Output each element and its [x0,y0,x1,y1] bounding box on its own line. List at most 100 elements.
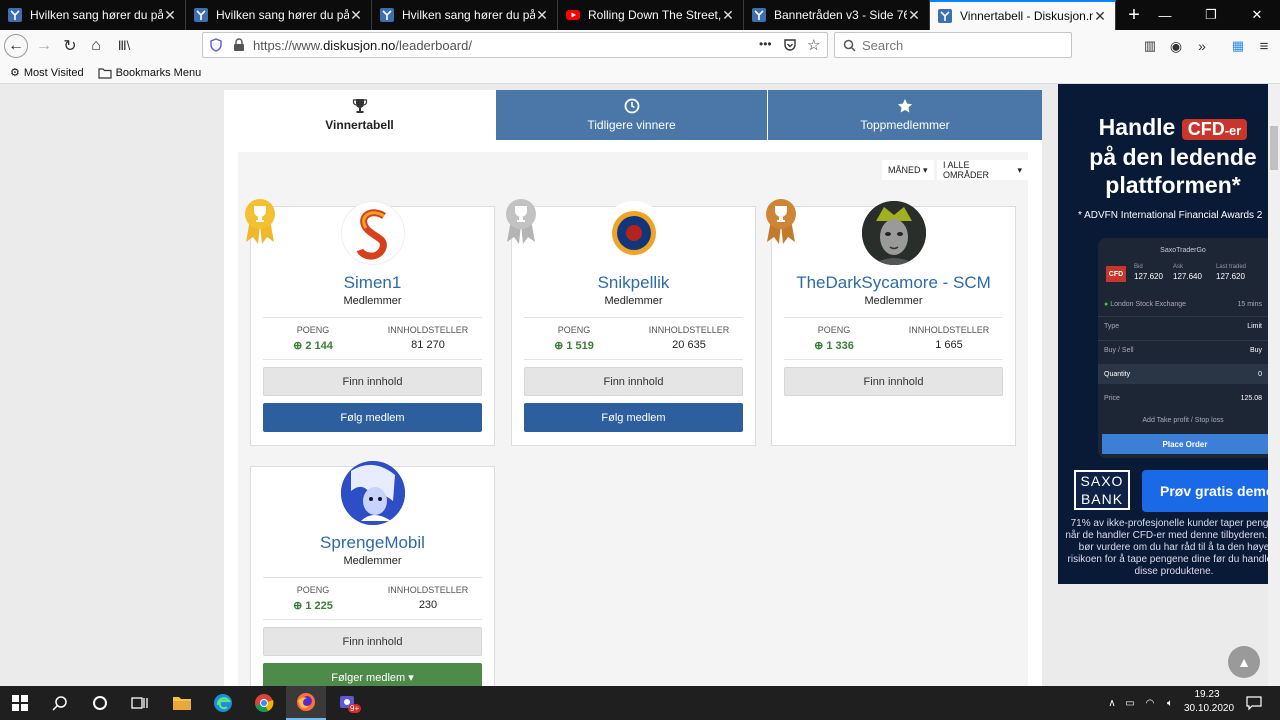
action-center-icon[interactable] [1242,686,1266,720]
battery-icon[interactable]: ▭ [1120,686,1140,720]
extensions-icon[interactable]: ▦ [1226,34,1250,58]
wifi-icon[interactable]: ◠ [1140,686,1160,720]
browser-tab-active[interactable]: Vinnertabell - Diskusjon.no ✕ [930,0,1116,30]
ad-headline-2: på den ledende [1089,144,1257,170]
page-actions-icon[interactable]: ••• [759,37,772,51]
minimize-icon[interactable]: — [1142,0,1188,30]
close-tab-icon[interactable]: ✕ [163,7,177,24]
trophy-icon [352,99,367,113]
tab-vinnertabell[interactable]: Vinnertabell [224,90,495,140]
close-tab-icon[interactable]: ✕ [907,7,921,24]
task-view-icon[interactable] [120,686,160,720]
url-text[interactable]: https://www.diskusjon.no/leaderboard/ [253,38,472,53]
cfd-tag-text: CFD [1187,119,1225,139]
close-tab-icon[interactable]: ✕ [1093,8,1107,25]
find-content-button[interactable]: Finn innhold [784,367,1003,396]
forward-arrow-icon[interactable]: → [32,34,56,58]
chrome-icon[interactable] [244,686,284,720]
tab-tidligere-vinnere[interactable]: Tidligere vinnere [496,90,767,140]
browser-tab-title: Hvilken sang hører du på nå? - Sid [402,8,535,22]
content-count-value: 81 270 [411,339,445,351]
member-card: TheDarkSycamore - SCM Medlemmer POENG IN… [771,201,1016,446]
scroll-to-top-button[interactable]: ▲ [1228,646,1260,678]
search-bar[interactable] [834,32,1072,58]
bookmark-star-icon[interactable]: ☆ [807,36,820,54]
bookmark-label: Most Visited [23,66,84,79]
close-tab-icon[interactable]: ✕ [535,7,549,24]
browser-tab[interactable]: Hvilken sang hører du på nå? - Sid ✕ [372,0,558,30]
home-icon[interactable]: ⌂ [84,34,108,58]
url-bar[interactable]: https://www.diskusjon.no/leaderboard/ ••… [202,32,828,58]
follow-member-button[interactable]: Følg medlem [263,403,482,432]
tab-toppmedlemmer[interactable]: Toppmedlemmer [768,90,1042,140]
close-tab-icon[interactable]: ✕ [349,7,363,24]
cfd-badge: CFD [1106,266,1126,282]
volume-icon[interactable]: 🔈︎ [1160,686,1180,720]
member-role: Medlemmer [343,555,402,567]
find-content-button[interactable]: Finn innhold [524,367,743,396]
cortana-icon[interactable] [80,686,120,720]
chevron-up-icon[interactable]: ∧ [1102,686,1122,720]
area-filter-dropdown[interactable]: I ALLE OMRÅDER ▾ [937,160,1028,180]
avatar[interactable] [862,201,926,265]
ad-demo-button[interactable]: Prøv gratis demo [1142,470,1268,512]
saxo-bank-logo: SAXO BANK [1074,470,1130,510]
restore-icon[interactable]: ❐ [1188,0,1234,30]
follow-label: Følger medlem [331,671,406,684]
app-notification-icon[interactable]: 9+ [328,686,368,720]
lock-icon[interactable] [233,38,245,52]
following-member-button[interactable]: Følger medlem ▾ [263,663,482,686]
chevron-up-icon: ▲ [1237,654,1251,670]
window-close-icon[interactable]: ✕ [1234,0,1280,30]
order-row: Quantity 0 [1098,364,1268,384]
system-clock[interactable]: 19.23 30.10.2020 [1184,688,1234,716]
member-name[interactable]: SprengeMobil [251,533,494,553]
advertisement[interactable]: Handle CFD-er på den ledende plattformen… [1058,84,1268,584]
scrollbar-thumb[interactable] [1270,126,1278,170]
browser-tab[interactable]: Bannetråden v3 - Side 7618 - Disk ✕ [744,0,930,30]
order-row: Buy / Sell Buy [1098,340,1268,360]
browser-tab[interactable]: Hvilken sang hører du på nå? - Sid ✕ [186,0,372,30]
avatar[interactable] [341,461,405,525]
member-name[interactable]: TheDarkSycamore - SCM [772,273,1015,293]
find-content-button[interactable]: Finn innhold [263,627,482,656]
find-content-button[interactable]: Finn innhold [263,367,482,396]
edge-icon[interactable] [203,686,243,720]
file-explorer-icon[interactable] [162,686,202,720]
filter-label: I ALLE OMRÅDER [943,160,990,180]
avatar[interactable] [602,201,666,265]
taskbar-search-icon[interactable] [40,686,80,720]
windows-start-icon[interactable] [0,686,40,720]
member-name[interactable]: Snikpellik [512,273,755,293]
account-icon[interactable]: ◉ [1164,34,1188,58]
firefox-icon[interactable] [286,686,326,720]
pocket-icon[interactable] [783,38,797,52]
windows-taskbar: 9+ ∧ ▭ ◠ 🔈︎ 19.23 30.10.2020 [0,686,1280,720]
ad-line: Handle [1098,114,1176,140]
member-card: Simen1 Medlemmer POENG INNHOLDSTELLER ⊕ … [250,201,495,446]
hamburger-menu-icon[interactable]: ≡ [1252,34,1276,58]
search-input[interactable] [862,37,1062,53]
follow-member-button[interactable]: Følg medlem [524,403,743,432]
library-icon[interactable]: Ⅲ\ [112,34,136,58]
shield-icon[interactable] [209,38,223,52]
bookmark-menu[interactable]: Bookmarks Menu [97,67,201,79]
browser-tab[interactable]: Hvilken sang hører du på nå? - Sid ✕ [0,0,186,30]
close-tab-icon[interactable]: ✕ [721,7,735,24]
period-filter-dropdown[interactable]: MÅNED ▾ [882,160,934,180]
page-scrollbar[interactable] [1268,84,1280,686]
avatar-image [862,201,926,265]
sidebar-icon[interactable]: ▥ [1138,34,1162,58]
content-count-value: 1 665 [935,339,963,351]
tab-label: Tidligere vinnere [587,118,676,132]
order-row: Type Limit [1098,316,1268,336]
back-arrow-icon[interactable]: ← [4,34,28,58]
plus-circle-icon: ⊕ [814,340,827,352]
browser-tab[interactable]: Rolling Down The Street, In My K ✕ [558,0,744,30]
bookmark-most-visited[interactable]: ⚙ Most Visited [10,66,84,80]
avatar[interactable] [341,201,405,265]
overflow-menu-icon[interactable]: » [1190,34,1214,58]
reload-icon[interactable]: ↻ [58,34,82,58]
clock-time: 19.23 [1194,689,1220,700]
member-name[interactable]: Simen1 [251,273,494,293]
